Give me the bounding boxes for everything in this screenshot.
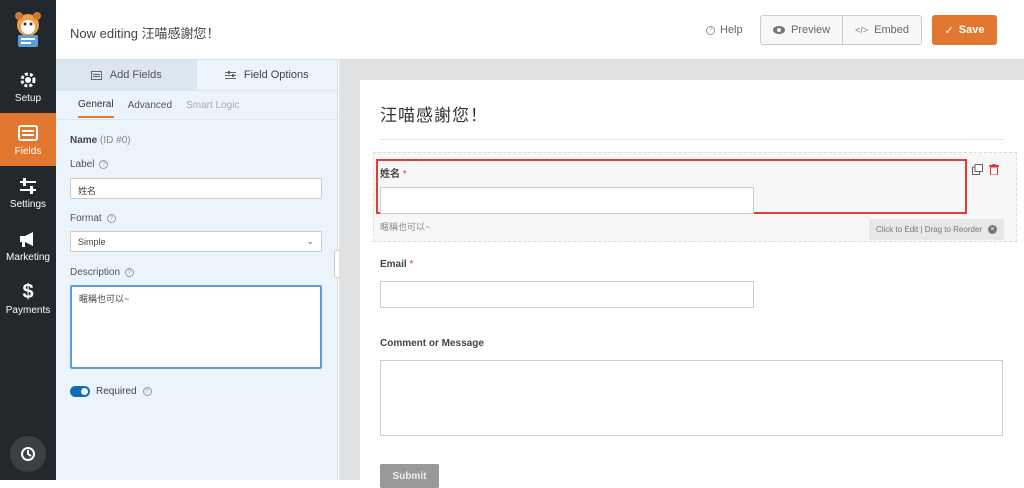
check-icon: ✓: [944, 24, 954, 37]
revisions-history-button[interactable]: [10, 436, 46, 472]
help-link[interactable]: ? Help: [706, 24, 743, 36]
field-name-heading: Name (ID #0): [70, 135, 131, 146]
preview-embed-group: Preview </> Embed: [760, 15, 922, 45]
email-input[interactable]: [380, 281, 754, 308]
fields-icon: [18, 122, 38, 144]
form-preview: 汪喵感謝您！ 姓名 * 暱稱也可以~ Click to Edit | Drag …: [360, 80, 1024, 488]
editing-title: Now editing 汪喵感謝您！: [70, 26, 220, 41]
required-label: Required: [96, 386, 137, 397]
panel-tabs: Add Fields Field Options: [56, 60, 337, 91]
gear-icon: [19, 69, 37, 91]
nav-label-payments: Payments: [5, 305, 51, 316]
help-icon[interactable]: ?: [142, 387, 152, 396]
trash-icon[interactable]: [989, 164, 999, 175]
label-input[interactable]: 姓名: [70, 178, 322, 199]
nav-payments[interactable]: $ Payments: [0, 272, 56, 325]
required-marker: *: [402, 169, 407, 180]
help-icon[interactable]: ?: [99, 160, 109, 169]
code-icon: </>: [855, 25, 869, 35]
field-name: Name: [70, 135, 98, 146]
sliders-icon: [19, 175, 37, 197]
submit-button[interactable]: Submit: [380, 464, 439, 488]
description-option-label: Description ?: [70, 267, 135, 278]
comment-field-label: Comment or Message: [380, 338, 484, 349]
nav-setup[interactable]: Setup: [0, 60, 56, 113]
help-icon[interactable]: ?: [106, 214, 116, 223]
nav-label-marketing: Marketing: [6, 252, 50, 263]
title-divider: [380, 139, 1004, 140]
megaphone-icon: [18, 228, 38, 250]
nav-label-fields: Fields: [14, 146, 42, 157]
name-field-label: 姓名 *: [380, 165, 407, 180]
preview-button[interactable]: Preview: [761, 16, 842, 44]
nav-fields[interactable]: Fields: [0, 113, 56, 166]
close-icon[interactable]: ×: [988, 225, 998, 234]
nav-marketing[interactable]: Marketing: [0, 219, 56, 272]
subtab-smart-logic[interactable]: Smart Logic: [186, 94, 239, 117]
save-button[interactable]: ✓ Save: [932, 15, 997, 45]
comment-textarea[interactable]: [380, 360, 1003, 436]
duplicate-icon[interactable]: [972, 164, 983, 175]
name-field-label-text: 姓名: [380, 169, 400, 180]
tab-add-fields-label: Add Fields: [109, 69, 162, 81]
wpforms-logo[interactable]: [0, 0, 56, 60]
dollar-icon: $: [22, 280, 34, 303]
help-icon: ?: [706, 25, 715, 35]
description-textarea[interactable]: 暱稱也可以~: [70, 285, 322, 369]
description-option-text: Description: [70, 267, 121, 278]
format-option-label: Format ?: [70, 213, 116, 224]
tab-field-options-label: Field Options: [243, 69, 309, 81]
save-label: Save: [958, 24, 985, 36]
label-option-text: Label: [70, 159, 95, 170]
field-options-panel: Add Fields Field Options General Advance…: [56, 60, 338, 480]
form-title: 汪喵感謝您！: [380, 106, 488, 125]
field-option-subtabs: General Advanced Smart Logic: [56, 91, 337, 120]
format-value: Simple: [78, 236, 106, 247]
list-icon: [90, 70, 102, 80]
required-toggle[interactable]: [70, 386, 90, 397]
nav-label-setup: Setup: [14, 93, 42, 104]
history-icon: [21, 447, 35, 461]
name-input[interactable]: [380, 187, 754, 214]
eye-icon: [773, 26, 785, 34]
subtab-general[interactable]: General: [78, 93, 114, 118]
help-label: Help: [720, 24, 743, 36]
reorder-hint: Click to Edit | Drag to Reorder ×: [869, 219, 1004, 240]
top-bar: Now editing 汪喵感謝您！ ? Help Preview </> Em…: [56, 0, 1024, 60]
tab-add-fields[interactable]: Add Fields: [56, 60, 197, 90]
help-icon[interactable]: ?: [125, 268, 135, 277]
required-marker: *: [409, 259, 414, 270]
format-option-text: Format: [70, 213, 102, 224]
label-option-label: Label ?: [70, 159, 109, 170]
format-select[interactable]: Simple ⌄: [70, 231, 322, 252]
embed-button[interactable]: </> Embed: [842, 16, 921, 44]
left-sidebar: Setup Fields Settings Marketing $ Paymen…: [0, 0, 56, 480]
tab-field-options[interactable]: Field Options: [196, 60, 337, 90]
email-field-label-text: Email: [380, 259, 407, 270]
reorder-hint-text: Click to Edit | Drag to Reorder: [875, 225, 983, 234]
email-field-label: Email *: [380, 259, 413, 270]
field-id: (ID #0): [100, 135, 131, 146]
chevron-down-icon: ⌄: [306, 236, 314, 246]
name-field-description: 暱稱也可以~: [380, 222, 431, 232]
nav-label-settings: Settings: [9, 199, 47, 210]
embed-label: Embed: [874, 24, 909, 36]
sliders-icon: [224, 70, 236, 79]
nav-settings[interactable]: Settings: [0, 166, 56, 219]
required-toggle-row: Required ?: [70, 386, 152, 397]
field-actions: [972, 164, 999, 175]
subtab-advanced[interactable]: Advanced: [128, 94, 172, 117]
preview-label: Preview: [791, 24, 831, 36]
